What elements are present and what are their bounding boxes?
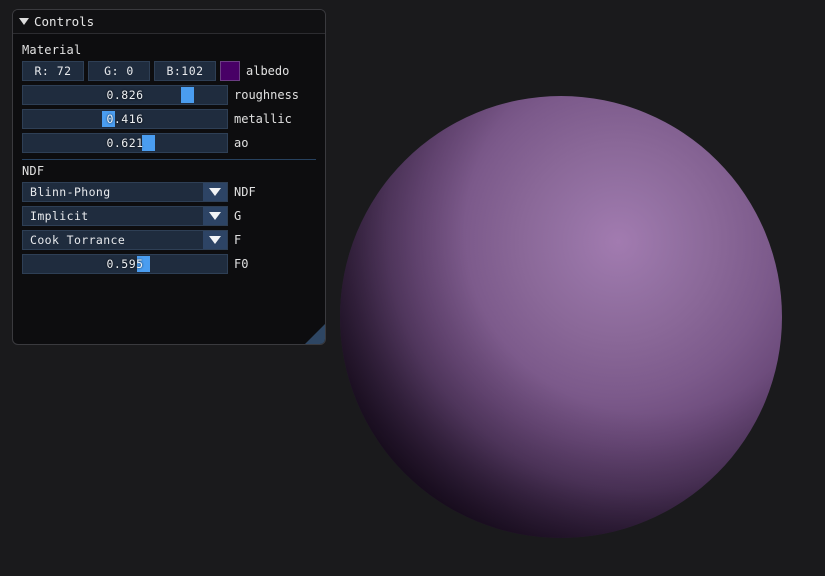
g-dropdown[interactable]: Implicit	[22, 206, 228, 226]
resize-grip-icon[interactable]	[305, 324, 325, 344]
f0-label: F0	[234, 257, 249, 271]
ao-slider-value: 0.621	[106, 136, 144, 150]
f-dropdown-value: Cook Torrance	[30, 233, 126, 247]
chevron-down-icon	[209, 212, 221, 220]
metallic-slider[interactable]: 0.416	[22, 109, 228, 129]
material-section-label: Material	[22, 43, 82, 57]
albedo-b-field[interactable]: B:102	[154, 61, 216, 81]
albedo-rgb-group: R: 72 G: 0 B:102	[22, 61, 240, 81]
ndf-dropdown[interactable]: Blinn-Phong	[22, 182, 228, 202]
roughness-slider[interactable]: 0.826	[22, 85, 228, 105]
albedo-g-field[interactable]: G: 0	[88, 61, 150, 81]
ao-slider[interactable]: 0.621	[22, 133, 228, 153]
f0-slider-value: 0.595	[106, 257, 144, 271]
ndf-combo-row: Blinn-Phong NDF	[22, 182, 316, 202]
g-dropdown-button[interactable]	[203, 207, 227, 225]
f-dropdown-button[interactable]	[203, 231, 227, 249]
chevron-down-icon	[209, 188, 221, 196]
roughness-label: roughness	[234, 88, 300, 102]
ao-label: ao	[234, 136, 249, 150]
f-combo-row: Cook Torrance F	[22, 230, 316, 250]
f-combo-label: F	[234, 233, 242, 247]
ndf-dropdown-button[interactable]	[203, 183, 227, 201]
ao-row: 0.621 ao	[22, 133, 316, 153]
section-separator	[22, 159, 316, 160]
g-dropdown-value: Implicit	[30, 209, 89, 223]
g-combo-row: Implicit G	[22, 206, 316, 226]
g-combo-label: G	[234, 209, 242, 223]
chevron-down-icon	[209, 236, 221, 244]
f0-row: 0.595 F0	[22, 254, 316, 274]
metallic-row: 0.416 metallic	[22, 109, 316, 129]
metallic-slider-value: 0.416	[106, 112, 144, 126]
albedo-r-field[interactable]: R: 72	[22, 61, 84, 81]
panel-body: Material R: 72 G: 0 B:102 albedo 0.826 r…	[13, 34, 325, 274]
albedo-row: R: 72 G: 0 B:102 albedo	[22, 61, 316, 81]
panel-title-bar[interactable]: Controls	[13, 10, 325, 34]
rendered-sphere	[340, 96, 782, 538]
roughness-row: 0.826 roughness	[22, 85, 316, 105]
metallic-label: metallic	[234, 112, 292, 126]
ndf-dropdown-value: Blinn-Phong	[30, 185, 111, 199]
albedo-label: albedo	[246, 64, 290, 78]
panel-title-label: Controls	[34, 14, 95, 29]
ndf-combo-label: NDF	[234, 185, 256, 199]
controls-panel[interactable]: Controls Material R: 72 G: 0 B:102 albed…	[12, 9, 326, 345]
albedo-color-swatch[interactable]	[220, 61, 240, 81]
roughness-slider-value: 0.826	[106, 88, 144, 102]
f0-slider[interactable]: 0.595	[22, 254, 228, 274]
f-dropdown[interactable]: Cook Torrance	[22, 230, 228, 250]
ndf-section-label: NDF	[22, 164, 45, 178]
triangle-down-icon[interactable]	[19, 18, 29, 25]
